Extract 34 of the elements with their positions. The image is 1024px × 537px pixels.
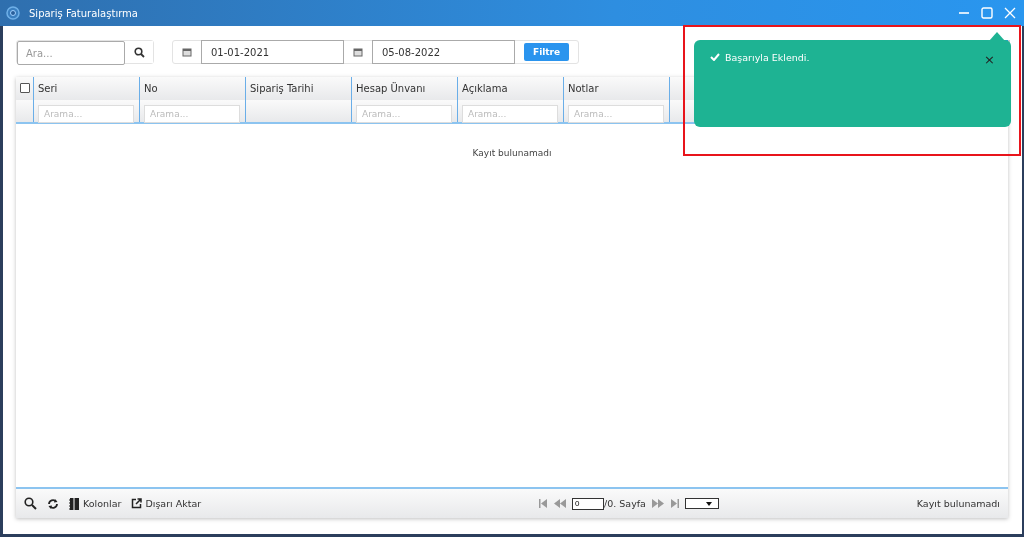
close-button[interactable]: ×	[984, 54, 995, 66]
select-all-checkbox[interactable]	[19, 83, 30, 93]
column-filter-field[interactable]: Arama...	[144, 105, 240, 123]
search-icon	[133, 46, 145, 58]
page-size-dropdown[interactable]	[684, 498, 719, 509]
caret-icon	[705, 501, 712, 506]
calendar-icon	[182, 47, 192, 57]
start-date-field[interactable]: 01-01-2021	[201, 40, 344, 64]
empty-message: Kayıt bulunamadı	[472, 148, 552, 160]
column-filter-field[interactable]: Arama...	[568, 105, 664, 123]
page-number-field[interactable]: 0	[572, 497, 604, 510]
next-page-icon[interactable]	[651, 499, 664, 508]
calendar-icon	[353, 47, 363, 57]
columns-button[interactable]: Kolonlar	[69, 497, 122, 510]
first-page-icon[interactable]	[539, 499, 548, 508]
export-button[interactable]: Dışarı Aktar	[131, 498, 202, 509]
close-icon[interactable]	[1004, 7, 1016, 19]
window-title: Sipariş Faturalaştırma	[29, 7, 138, 19]
record-status: Kayıt bulunamadı	[916, 498, 1000, 509]
checkmark-icon	[710, 53, 720, 61]
maximize-icon[interactable]	[981, 7, 993, 19]
column-filter-field[interactable]: Arama...	[462, 105, 558, 123]
page-count-label: /0. Sayfa	[604, 498, 646, 509]
last-page-icon[interactable]	[669, 499, 679, 508]
external-link-icon	[131, 498, 143, 509]
search-icon[interactable]	[24, 497, 37, 510]
search-field[interactable]: Ara...	[17, 41, 125, 65]
column-filter-field[interactable]: Arama...	[356, 105, 452, 123]
previous-page-icon[interactable]	[554, 499, 566, 508]
notification-message: Başarıyla Eklendi.	[725, 51, 810, 63]
end-date-field[interactable]: 05-08-2022	[372, 40, 515, 64]
refresh-icon[interactable]	[47, 497, 59, 510]
columns-icon	[69, 497, 80, 510]
column-filter-field[interactable]: Arama...	[38, 105, 134, 123]
